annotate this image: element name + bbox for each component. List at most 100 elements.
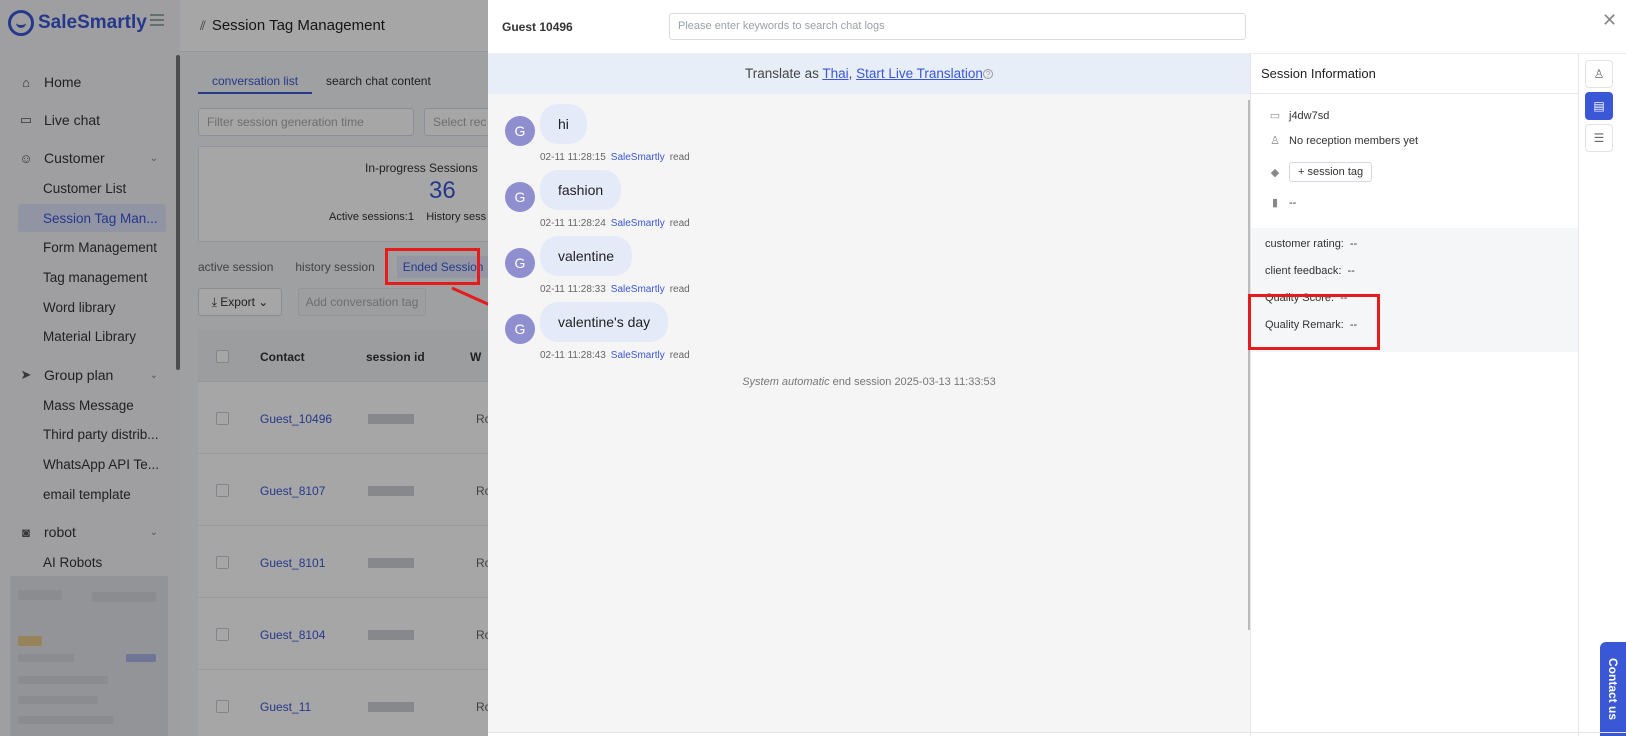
drawer-header: Guest 10496 Please enter keywords to sea…	[488, 0, 1626, 54]
sidebar-item-group-plan[interactable]: ➤ Group plan ⌄	[18, 361, 166, 389]
blurred-text	[18, 696, 98, 704]
tab-conversation-list[interactable]: conversation list	[198, 68, 313, 94]
row-checkbox[interactable]	[216, 628, 229, 641]
table-header: Contact session id W	[198, 330, 490, 382]
sidebar-item-mass-message[interactable]: Mass Message	[18, 391, 166, 419]
robot-icon: ◙	[22, 524, 30, 540]
tab-search-chat-content[interactable]: search chat content	[312, 68, 445, 94]
sidebar-item-robot[interactable]: ◙ robot ⌄	[18, 518, 166, 546]
contact-link[interactable]: Guest_8107	[260, 484, 325, 498]
translate-language-link[interactable]: Thai	[822, 66, 848, 81]
start-live-translation-link[interactable]: Start Live Translation	[856, 66, 983, 81]
message-bubble: fashion	[540, 170, 622, 210]
tab-active-session[interactable]: active session	[198, 260, 273, 274]
sidebar-item-ai-robots[interactable]: AI Robots	[18, 548, 166, 576]
export-button[interactable]: ⤓ Export ⌄	[198, 288, 282, 316]
row-checkbox[interactable]	[216, 412, 229, 425]
session-info-panel: Session Information ▭ j4dw7sd ♙ No recepti…	[1250, 54, 1579, 736]
sidebar-item-home[interactable]: ⌂ Home	[18, 68, 166, 96]
logo: SaleSmartly	[8, 10, 147, 36]
table-row[interactable]: Guest_8101 Ro	[198, 526, 491, 598]
guest-title: Guest 10496	[502, 20, 573, 34]
table-row[interactable]: Guest_8107 Ro	[198, 454, 491, 526]
sidebar-item-form-management[interactable]: Form Management	[18, 233, 166, 261]
blurred-text	[18, 654, 74, 662]
customer-rating-row: customer rating: --	[1265, 238, 1358, 250]
avatar: G	[505, 314, 535, 344]
table-row[interactable]: Guest_10496 Ro	[198, 382, 491, 454]
sidebar-item-customer[interactable]: ☺ Customer ⌄	[18, 144, 166, 172]
blurred-text	[18, 716, 114, 724]
notes-icon[interactable]: ☰	[1585, 124, 1613, 152]
session-info-icon[interactable]: ▤	[1585, 92, 1613, 120]
chevron-down-icon: ⌄	[254, 295, 269, 309]
brand-name: SaleSmartly	[38, 12, 147, 33]
page-header: ⫽ Session Tag Management	[180, 0, 490, 52]
sidebar-item-tag-management[interactable]: Tag management	[18, 263, 166, 291]
contact-link[interactable]: Guest_8101	[260, 556, 325, 570]
row-checkbox[interactable]	[216, 484, 229, 497]
bookmark-icon: ▮	[1271, 197, 1279, 209]
send-icon: ➤	[20, 367, 32, 382]
column-session-id: session id	[366, 350, 425, 364]
avatar: G	[505, 248, 535, 278]
blurred-text	[126, 654, 156, 662]
add-session-tag-button[interactable]: + session tag	[1289, 162, 1373, 182]
chart-icon: ⫽	[200, 17, 206, 33]
chevron-down-icon: ⌄	[149, 526, 158, 538]
contact-link[interactable]: Guest_8104	[260, 628, 325, 642]
row-checkbox[interactable]	[216, 556, 229, 569]
blurred-text	[92, 592, 156, 602]
sidebar-item-customer-list[interactable]: Customer List	[18, 174, 166, 202]
column-w: W	[470, 350, 482, 364]
tab-history-session[interactable]: history session	[295, 260, 374, 274]
menu-collapse-icon[interactable]	[150, 14, 164, 26]
avatar: G	[505, 182, 535, 212]
session-tag-row: ◆ + session tag	[1267, 162, 1373, 182]
session-list-panel: ⫽ Session Tag Management conversation li…	[180, 0, 491, 736]
session-id-blurred	[368, 414, 414, 424]
sidebar-item-third-party[interactable]: Third party distrib...	[18, 420, 166, 448]
table-row[interactable]: Guest_11 Ro	[198, 670, 491, 736]
client-feedback-row: client feedback: --	[1265, 265, 1355, 277]
sidebar-item-whatsapp-api[interactable]: WhatsApp API Te...	[18, 450, 166, 478]
reception-row: ♙ No reception members yet	[1267, 134, 1418, 148]
session-id-blurred	[368, 630, 414, 640]
session-id-blurred	[368, 558, 414, 568]
sidebar-item-session-tag[interactable]: Session Tag Man...	[18, 204, 166, 232]
session-id-blurred	[368, 486, 414, 496]
help-icon[interactable]: ?	[982, 69, 993, 79]
sidebar-item-material-library[interactable]: Material Library	[18, 322, 166, 350]
contact-link[interactable]: Guest_11	[260, 700, 311, 714]
session-time-filter[interactable]: Filter session generation time	[198, 108, 414, 136]
tag-icon: ◆	[1270, 166, 1280, 179]
user-profile-icon[interactable]: ♙	[1585, 60, 1613, 88]
row-checkbox[interactable]	[216, 700, 229, 713]
message-meta: 02-11 11:28:43 SaleSmartly read	[540, 350, 690, 361]
reception-select[interactable]: Select rec	[424, 108, 490, 136]
message-bubble: hi	[540, 104, 587, 144]
in-progress-label: In-progress Sessions	[365, 161, 478, 175]
sidebar-item-word-library[interactable]: Word library	[18, 293, 166, 321]
user-icon: ♙	[1270, 135, 1280, 147]
translate-bar: Translate as Thai, Start Live Translatio…	[488, 54, 1250, 94]
sidebar-item-email-template[interactable]: email template	[18, 480, 166, 508]
add-conversation-tag-button[interactable]: Add conversation tag	[298, 288, 426, 316]
sidebar-item-live-chat[interactable]: ▭ Live chat	[18, 106, 166, 134]
chat-log-search-input[interactable]: Please enter keywords to search chat log…	[669, 13, 1246, 40]
select-all-checkbox[interactable]	[216, 350, 229, 363]
avatar: G	[505, 116, 535, 146]
session-info-title: Session Information	[1251, 54, 1579, 94]
blurred-text	[18, 676, 108, 684]
contact-link[interactable]: Guest_10496	[260, 412, 332, 426]
sidebar: SaleSmartly ⌂ Home ▭ Live chat ☺ Customer ⌄ …	[0, 0, 180, 736]
in-progress-count: 36	[429, 177, 456, 204]
table-row[interactable]: Guest_8104 Ro	[198, 598, 491, 670]
logo-icon	[8, 10, 34, 36]
contact-us-button[interactable]: Contact us	[1600, 642, 1626, 736]
chat-messages-area[interactable]: G hi 02-11 11:28:15 SaleSmartly read G fas…	[488, 94, 1250, 732]
customer-icon: ☺	[19, 150, 33, 166]
close-icon[interactable]: ✕	[1602, 10, 1617, 31]
message-meta: 02-11 11:28:15 SaleSmartly read	[540, 152, 690, 163]
message-bubble: valentine's day	[540, 302, 669, 342]
